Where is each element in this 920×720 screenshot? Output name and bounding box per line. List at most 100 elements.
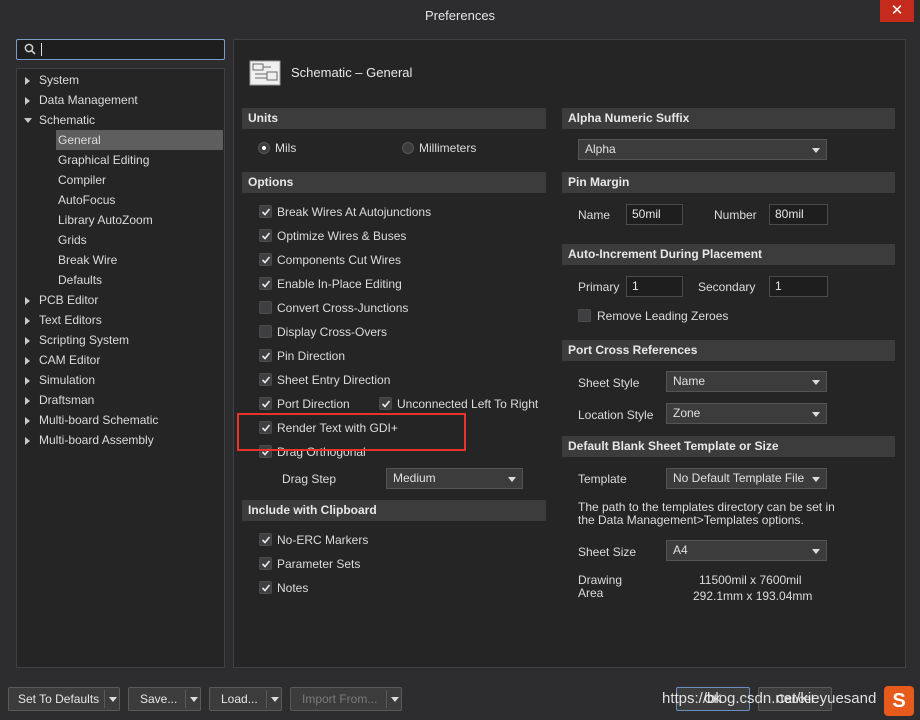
optimize-wires-buses-checkbox[interactable]	[259, 229, 272, 242]
primary-increment-input[interactable]: 1	[626, 276, 683, 297]
expand-arrow-icon[interactable]	[25, 77, 30, 85]
sheet-style-select[interactable]: Name	[666, 371, 827, 392]
tree-item-label: Multi-board Assembly	[39, 433, 154, 447]
tree-item-label: Draftsman	[39, 393, 95, 407]
units-header: Units	[242, 108, 546, 129]
display-cross-overs-checkbox[interactable]	[259, 325, 272, 338]
save-button[interactable]: Save...	[128, 687, 201, 711]
drag-step-select[interactable]: Medium	[386, 468, 523, 489]
no-erc-markers-checkbox[interactable]	[259, 533, 272, 546]
close-button[interactable]: ✕	[880, 0, 914, 22]
sheet-style-label: Sheet Style	[578, 376, 640, 390]
components-cut-wires-checkbox[interactable]	[259, 253, 272, 266]
tree-item-scripting-system[interactable]: Scripting System	[17, 330, 224, 350]
tree-item-system[interactable]: System	[17, 70, 224, 90]
alpha-suffix-select[interactable]: Alpha	[578, 139, 827, 160]
watermark-text: https://blog.csdn.net/kieyuesand	[662, 690, 877, 707]
chevron-down-icon[interactable]	[109, 697, 117, 702]
chevron-down-icon[interactable]	[391, 697, 399, 702]
expand-arrow-icon[interactable]	[25, 417, 30, 425]
tree-item-data-management[interactable]: Data Management	[17, 90, 224, 110]
unconnected-left-to-right-checkbox[interactable]	[379, 397, 392, 410]
expand-arrow-icon[interactable]	[25, 317, 30, 325]
tree-item-label: Text Editors	[39, 313, 102, 327]
pin-direction-checkbox[interactable]	[259, 349, 272, 362]
drag-step-value: Medium	[393, 471, 436, 485]
import-from-button[interactable]: Import From...	[290, 687, 402, 711]
tree-item-pcb-editor[interactable]: PCB Editor	[17, 290, 224, 310]
drawing-area-mm: 292.1mm x 193.04mm	[693, 589, 813, 603]
tree-item-multi-board-schematic[interactable]: Multi-board Schematic	[17, 410, 224, 430]
sheet-size-label: Sheet Size	[578, 545, 637, 559]
no-erc-markers-label: No-ERC Markers	[277, 533, 369, 547]
parameter-sets-label: Parameter Sets	[277, 557, 361, 571]
primary-label: Primary	[578, 280, 620, 294]
expand-arrow-icon[interactable]	[25, 437, 30, 445]
chevron-down-icon[interactable]	[190, 697, 198, 702]
notes-label: Notes	[277, 581, 309, 595]
clipboard-header: Include with Clipboard	[242, 500, 546, 521]
tree-item-defaults[interactable]: Defaults	[17, 270, 224, 290]
port-direction-checkbox[interactable]	[259, 397, 272, 410]
chevron-down-icon[interactable]	[271, 697, 279, 702]
split-divider	[266, 690, 267, 708]
chevron-down-icon	[812, 412, 820, 417]
pin-name-margin-input[interactable]: 50mil	[626, 204, 683, 225]
convert-cross-junctions-checkbox[interactable]	[259, 301, 272, 314]
expand-arrow-icon[interactable]	[25, 357, 30, 365]
text-caret	[41, 43, 42, 56]
millimeters-radio[interactable]	[402, 142, 414, 154]
expand-arrow-icon[interactable]	[25, 97, 30, 105]
parameter-sets-checkbox[interactable]	[259, 557, 272, 570]
remove-leading-zeroes-label: Remove Leading Zeroes	[597, 309, 729, 323]
tree-item-grids[interactable]: Grids	[17, 230, 224, 250]
sheet-entry-direction-checkbox[interactable]	[259, 373, 272, 386]
expand-arrow-icon[interactable]	[25, 297, 30, 305]
preferences-tree: System Data Management Schematic General…	[16, 68, 225, 668]
template-value: No Default Template File	[673, 471, 805, 485]
tree-item-simulation[interactable]: Simulation	[17, 370, 224, 390]
set-to-defaults-button[interactable]: Set To Defaults	[8, 687, 120, 711]
tree-item-break-wire[interactable]: Break Wire	[17, 250, 224, 270]
search-icon	[24, 43, 36, 55]
break-wires-at-autojunctions-checkbox[interactable]	[259, 205, 272, 218]
secondary-increment-input[interactable]: 1	[769, 276, 828, 297]
tree-item-graphical-editing[interactable]: Graphical Editing	[17, 150, 224, 170]
notes-checkbox[interactable]	[259, 581, 272, 594]
tree-item-cam-editor[interactable]: CAM Editor	[17, 350, 224, 370]
tree-item-compiler[interactable]: Compiler	[17, 170, 224, 190]
drag-step-label: Drag Step	[282, 472, 337, 486]
collapse-arrow-icon[interactable]	[24, 118, 32, 123]
components-cut-wires-label: Components Cut Wires	[277, 253, 402, 267]
set-to-defaults-label: Set To Defaults	[18, 692, 100, 706]
pin-number-margin-input[interactable]: 80mil	[769, 204, 828, 225]
drawing-area-label-2: Area	[578, 586, 604, 600]
expand-arrow-icon[interactable]	[25, 377, 30, 385]
tree-item-library-autozoom[interactable]: Library AutoZoom	[17, 210, 224, 230]
unconnected-left-to-right-label: Unconnected Left To Right	[397, 397, 539, 411]
search-input[interactable]	[16, 39, 225, 60]
alpha-suffix-header: Alpha Numeric Suffix	[562, 108, 895, 129]
chevron-down-icon	[508, 477, 516, 482]
sheet-style-value: Name	[673, 374, 706, 388]
tree-item-text-editors[interactable]: Text Editors	[17, 310, 224, 330]
millimeters-label: Millimeters	[419, 141, 477, 155]
expand-arrow-icon[interactable]	[25, 337, 30, 345]
break-wires-at-autojunctions-label: Break Wires At Autojunctions	[277, 205, 432, 219]
location-style-select[interactable]: Zone	[666, 403, 827, 424]
expand-arrow-icon[interactable]	[25, 397, 30, 405]
tree-item-general[interactable]: General	[56, 130, 223, 150]
enable-in-place-editing-checkbox[interactable]	[259, 277, 272, 290]
tree-item-autofocus[interactable]: AutoFocus	[17, 190, 224, 210]
tree-item-multi-board-assembly[interactable]: Multi-board Assembly	[17, 430, 224, 450]
remove-leading-zeroes-checkbox[interactable]	[578, 309, 591, 322]
chevron-down-icon	[812, 380, 820, 385]
load-button[interactable]: Load...	[209, 687, 282, 711]
pin-margin-header: Pin Margin	[562, 172, 895, 193]
tree-item-schematic[interactable]: Schematic	[17, 110, 224, 130]
mils-radio[interactable]	[258, 142, 270, 154]
sheet-size-select[interactable]: A4	[666, 540, 827, 561]
tree-item-draftsman[interactable]: Draftsman	[17, 390, 224, 410]
template-select[interactable]: No Default Template File	[666, 468, 827, 489]
sheet-size-value: A4	[673, 543, 688, 557]
